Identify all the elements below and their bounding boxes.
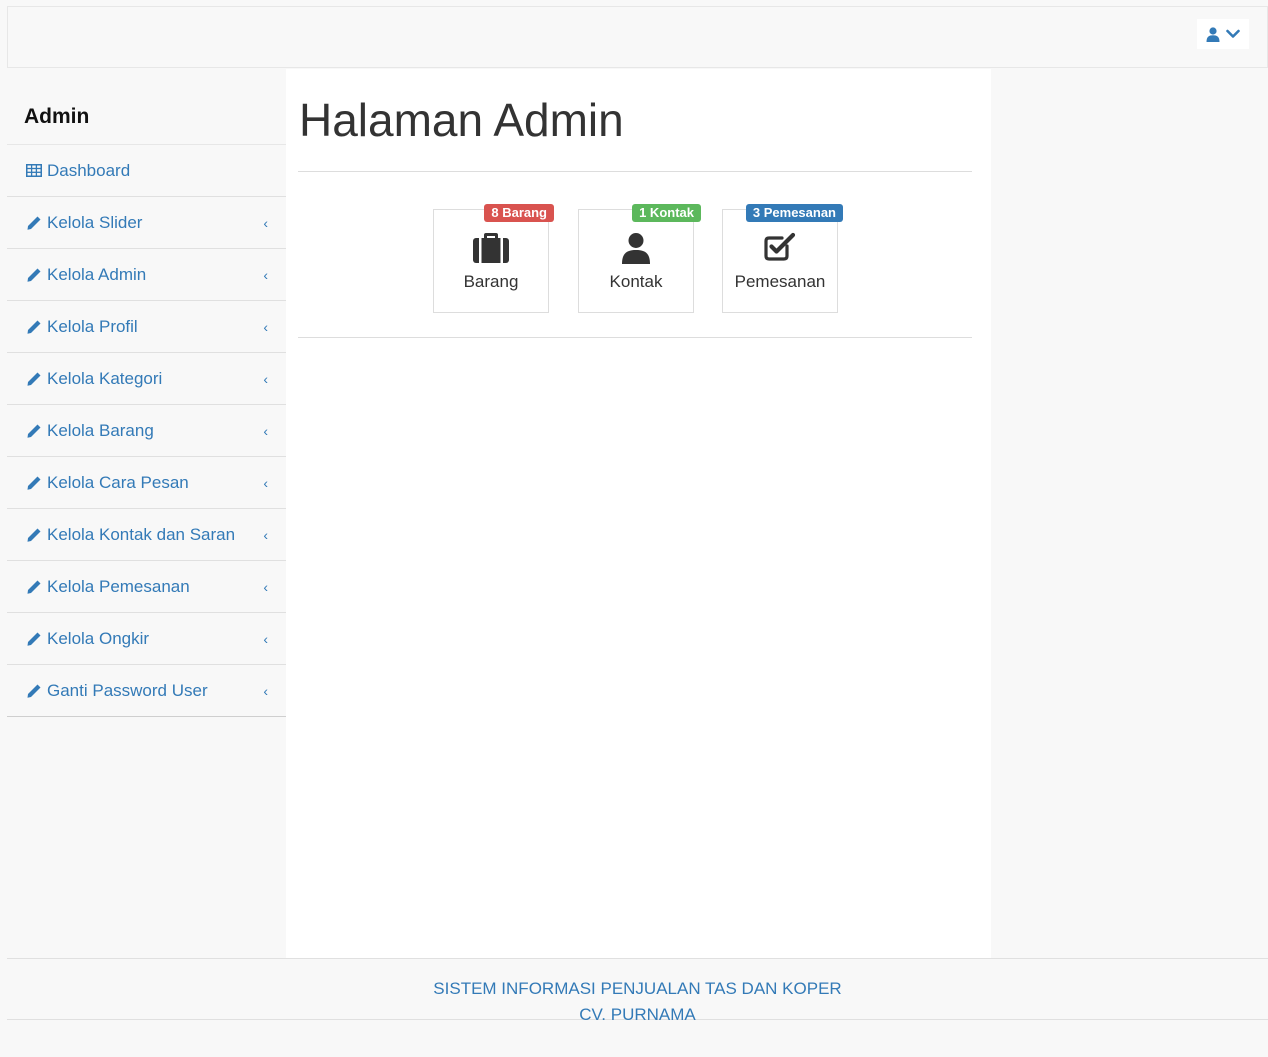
chevron-left-icon: ‹ [263, 578, 268, 595]
chevron-left-icon: ‹ [263, 630, 268, 647]
tile-barang[interactable]: 8 Barang Barang [433, 204, 554, 313]
user-icon [579, 232, 693, 266]
chevron-left-icon: ‹ [263, 526, 268, 543]
sidebar-item-kelola-kontak-dan-saran[interactable]: Kelola Kontak dan Saran ‹ [7, 509, 286, 561]
footer-company: CV. PURNAMA [579, 1005, 696, 1024]
sidebar-item-kelola-barang[interactable]: Kelola Barang ‹ [7, 405, 286, 457]
chevron-left-icon: ‹ [263, 422, 268, 439]
sidebar-item-label: Kelola Barang [47, 420, 154, 440]
sidebar-item-kelola-slider[interactable]: Kelola Slider ‹ [7, 197, 286, 249]
sidebar-item-kelola-admin[interactable]: Kelola Admin ‹ [7, 249, 286, 301]
chevron-left-icon: ‹ [263, 318, 268, 335]
table-icon [26, 162, 43, 179]
pencil-icon [26, 214, 43, 231]
chevron-left-icon: ‹ [263, 682, 268, 699]
sidebar-item-label: Kelola Profil [47, 316, 138, 336]
pencil-icon [26, 474, 43, 491]
sidebar-title: Admin [7, 69, 286, 145]
user-dropdown-toggle[interactable] [1197, 19, 1249, 49]
chevron-left-icon: ‹ [263, 474, 268, 491]
sidebar-item-label: Kelola Cara Pesan [47, 472, 189, 492]
user-icon [1206, 26, 1220, 42]
sidebar-item-label: Kelola Kontak dan Saran [47, 524, 236, 544]
pencil-icon [26, 370, 43, 387]
pencil-icon [26, 318, 43, 335]
sidebar-item-label: Kelola Admin [47, 264, 147, 284]
briefcase-icon [434, 232, 548, 266]
sidebar-item-kelola-cara-pesan[interactable]: Kelola Cara Pesan ‹ [7, 457, 286, 509]
sidebar-item-kelola-pemesanan[interactable]: Kelola Pemesanan ‹ [7, 561, 286, 613]
badge-kontak: 1 Kontak [632, 204, 701, 222]
sidebar-item-kelola-ongkir[interactable]: Kelola Ongkir ‹ [7, 613, 286, 665]
chevron-left-icon: ‹ [263, 266, 268, 283]
pencil-icon [26, 526, 43, 543]
divider [298, 171, 972, 172]
pencil-icon [26, 578, 43, 595]
sidebar: Admin Dashboard Kelola Slider ‹ Kelola A… [7, 69, 287, 717]
tile-label: Kontak [609, 272, 663, 291]
footer-title: SISTEM INFORMASI PENJUALAN TAS DAN KOPER [433, 979, 842, 998]
pencil-icon [26, 630, 43, 647]
top-navbar [7, 6, 1268, 68]
sidebar-item-label: Ganti Password User [47, 680, 208, 700]
pencil-icon [26, 682, 43, 699]
tile-kontak[interactable]: 1 Kontak Kontak [578, 204, 701, 313]
sidebar-item-label: Kelola Slider [47, 212, 143, 232]
tile-label: Pemesanan [734, 272, 826, 291]
sidebar-item-label: Kelola Pemesanan [47, 576, 190, 596]
badge-pemesanan: 3 Pemesanan [745, 204, 843, 222]
chevron-left-icon: ‹ [263, 214, 268, 231]
tile-label: Barang [463, 272, 519, 291]
pencil-icon [26, 266, 43, 283]
chevron-left-icon: ‹ [263, 370, 268, 387]
check-square-icon [723, 232, 837, 266]
main-content: Halaman Admin 8 Barang Barang 1 Kontak K… [286, 69, 991, 959]
sidebar-item-label: Dashboard [47, 160, 131, 180]
sidebar-item-label: Kelola Ongkir [47, 628, 150, 648]
sidebar-item-label: Kelola Kategori [47, 368, 163, 388]
chevron-down-icon [1226, 29, 1240, 39]
tile-pemesanan[interactable]: 3 Pemesanan Pemesanan [722, 204, 843, 313]
sidebar-item-ganti-password-user[interactable]: Ganti Password User ‹ [7, 665, 286, 717]
badge-barang: 8 Barang [484, 204, 554, 222]
sidebar-item-dashboard[interactable]: Dashboard [7, 145, 286, 197]
sidebar-item-kelola-profil[interactable]: Kelola Profil ‹ [7, 301, 286, 353]
pencil-icon [26, 422, 43, 439]
page-title: Halaman Admin [299, 94, 624, 146]
sidebar-item-kelola-kategori[interactable]: Kelola Kategori ‹ [7, 353, 286, 405]
divider [298, 337, 972, 338]
footer: SISTEM INFORMASI PENJUALAN TAS DAN KOPER… [7, 958, 1268, 1024]
